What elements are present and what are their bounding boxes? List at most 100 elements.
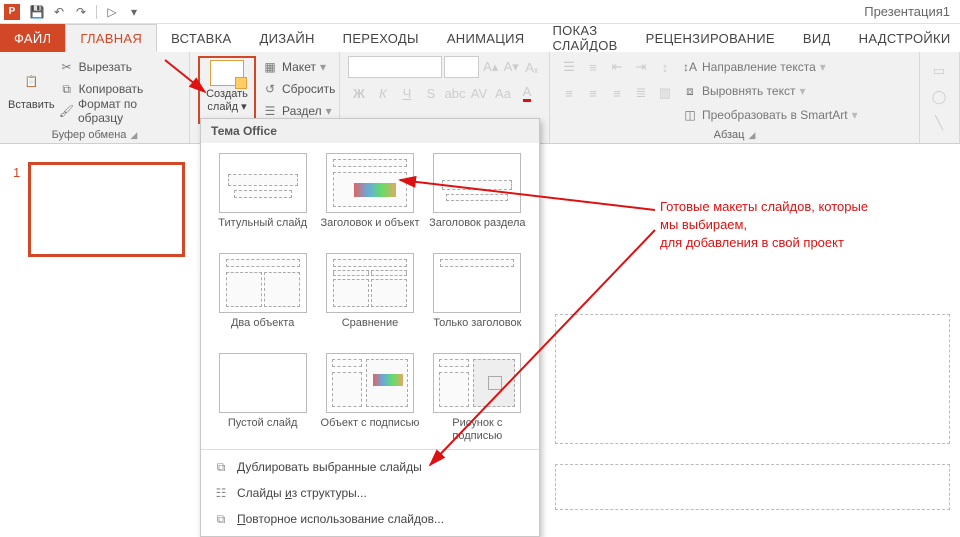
bullets-icon[interactable]: ☰ xyxy=(558,56,580,78)
shadow-icon[interactable]: abc xyxy=(444,82,466,104)
new-slide-button[interactable]: Создать слайд ▾ xyxy=(202,60,252,120)
cut-button[interactable]: ✂ Вырезать xyxy=(59,56,181,78)
layout-label: Два объекта xyxy=(231,317,294,343)
paragraph-launcher-icon[interactable]: ◢ xyxy=(748,130,755,141)
tab-design[interactable]: ДИЗАЙН xyxy=(245,24,328,52)
columns-icon[interactable]: ▥ xyxy=(654,82,676,104)
layout-comparison[interactable]: Сравнение xyxy=(320,253,419,343)
subtitle-placeholder[interactable] xyxy=(555,464,950,510)
new-slide-label-2: слайд ▾ xyxy=(207,100,246,113)
document-title: Презентация1 xyxy=(864,4,956,19)
decrease-indent-icon[interactable]: ⇤ xyxy=(606,56,628,78)
layout-label: Только заголовок xyxy=(433,317,521,343)
annotation-line-1: Готовые макеты слайдов, которые xyxy=(660,198,868,216)
title-placeholder[interactable] xyxy=(555,314,950,444)
char-spacing-icon[interactable]: AV xyxy=(468,82,490,104)
tab-addins[interactable]: НАДСТРОЙКИ xyxy=(845,24,960,52)
slide-thumbnails-pane: 1 xyxy=(0,144,195,510)
clipboard-group-label: Буфер обмена ◢ xyxy=(8,127,181,141)
slide-thumbnail-1[interactable]: 1 xyxy=(28,162,185,257)
start-from-beginning-icon[interactable]: ▷ xyxy=(103,3,121,21)
reset-button[interactable]: ↺ Сбросить xyxy=(262,78,335,100)
save-icon[interactable]: 💾 xyxy=(28,3,46,21)
font-size-combo[interactable] xyxy=(444,56,479,78)
group-drawing-partial: ▭ ◯ ╲ xyxy=(920,52,960,143)
layout-button[interactable]: ▦ Макет▾ xyxy=(262,56,335,78)
layout-picture-caption[interactable]: Рисунок с подписью xyxy=(428,353,527,443)
increase-font-icon[interactable]: A▴ xyxy=(481,56,500,78)
tab-review[interactable]: РЕЦЕНЗИРОВАНИЕ xyxy=(632,24,789,52)
layout-section-header[interactable]: Заголовок раздела xyxy=(428,153,527,243)
underline-icon[interactable]: Ч xyxy=(396,82,418,104)
bold-icon[interactable]: Ж xyxy=(348,82,370,104)
numbering-icon[interactable]: ≡ xyxy=(582,56,604,78)
tab-file[interactable]: ФАЙЛ xyxy=(0,24,65,52)
strikethrough-icon[interactable]: S xyxy=(420,82,442,104)
cut-label: Вырезать xyxy=(79,60,132,74)
new-slide-highlight: Создать слайд ▾ xyxy=(198,56,256,124)
text-direction-icon: ↕A xyxy=(682,59,698,75)
layout-preview xyxy=(219,353,307,413)
layout-preview xyxy=(326,353,414,413)
change-case-icon[interactable]: Aa xyxy=(492,82,514,104)
redo-icon[interactable]: ↷ xyxy=(72,3,90,21)
tab-slideshow[interactable]: ПОКАЗ СЛАЙДОВ xyxy=(538,24,631,52)
format-painter-button[interactable]: 🖌 Формат по образцу xyxy=(59,100,181,122)
justify-icon[interactable]: ≣ xyxy=(630,82,652,104)
layout-label: Макет xyxy=(282,60,316,74)
align-center-icon[interactable]: ≡ xyxy=(582,82,604,104)
tab-home[interactable]: ГЛАВНАЯ xyxy=(65,24,157,52)
align-right-icon[interactable]: ≡ xyxy=(606,82,628,104)
powerpoint-app-icon: P xyxy=(4,4,20,20)
layout-label: Сравнение xyxy=(342,317,399,343)
duplicate-slides-item[interactable]: ⧉ Дублировать выбранные слайды xyxy=(201,454,539,480)
paste-icon: 📋 xyxy=(17,67,45,95)
convert-smartart-button[interactable]: ◫ Преобразовать в SmartArt▾ xyxy=(682,104,858,126)
align-text-button[interactable]: ⧈ Выровнять текст▾ xyxy=(682,80,858,102)
layout-label: Рисунок с подписью xyxy=(428,417,527,443)
layout-title-and-content[interactable]: Заголовок и объект xyxy=(320,153,419,243)
shape-oval-icon[interactable]: ◯ xyxy=(928,86,950,108)
line-spacing-icon[interactable]: ↕ xyxy=(654,56,676,78)
shape-rect-icon[interactable]: ▭ xyxy=(928,60,950,82)
qat-separator xyxy=(96,5,97,19)
outline-icon: ☷ xyxy=(213,485,229,501)
annotation-line-3: для добавления в свой проект xyxy=(660,234,868,252)
font-color-icon[interactable]: A xyxy=(516,82,538,104)
qat-customize-icon[interactable]: ▾ xyxy=(125,3,143,21)
text-direction-label: Направление текста xyxy=(702,60,816,74)
tab-view[interactable]: ВИД xyxy=(789,24,845,52)
align-left-icon[interactable]: ≡ xyxy=(558,82,580,104)
italic-icon[interactable]: К xyxy=(372,82,394,104)
convert-smartart-label: Преобразовать в SmartArt xyxy=(702,108,848,122)
clear-formatting-icon[interactable]: Aₓ xyxy=(522,56,541,78)
paste-label: Вставить xyxy=(8,99,55,111)
increase-indent-icon[interactable]: ⇥ xyxy=(630,56,652,78)
layout-label: Пустой слайд xyxy=(228,417,298,443)
slides-from-outline-item[interactable]: ☷ Слайды из структуры... xyxy=(201,480,539,506)
font-name-combo[interactable] xyxy=(348,56,442,78)
duplicate-label: Дублировать выбранные слайды xyxy=(237,460,422,474)
layout-content-caption[interactable]: Объект с подписью xyxy=(320,353,419,443)
layout-two-content[interactable]: Два объекта xyxy=(213,253,312,343)
layout-title-slide[interactable]: Титульный слайд xyxy=(213,153,312,243)
new-slide-label-1: Создать xyxy=(206,88,248,100)
shape-line-icon[interactable]: ╲ xyxy=(928,112,950,134)
tab-insert[interactable]: ВСТАВКА xyxy=(157,24,245,52)
paste-button[interactable]: 📋 Вставить xyxy=(8,56,55,122)
clipboard-launcher-icon[interactable]: ◢ xyxy=(130,130,137,141)
section-icon: ☰ xyxy=(262,103,278,119)
layout-label: Объект с подписью xyxy=(321,417,420,443)
layout-title-only[interactable]: Только заголовок xyxy=(428,253,527,343)
undo-icon[interactable]: ↶ xyxy=(50,3,68,21)
copy-icon: ⧉ xyxy=(59,81,75,97)
reuse-slides-item[interactable]: ⧉ Повторное использование слайдов... xyxy=(201,506,539,532)
text-direction-button[interactable]: ↕A Направление текста▾ xyxy=(682,56,858,78)
new-slide-icon xyxy=(210,60,244,86)
layout-blank[interactable]: Пустой слайд xyxy=(213,353,312,443)
reuse-label: Повторное использование слайдов... xyxy=(237,512,444,526)
tab-animation[interactable]: АНИМАЦИЯ xyxy=(433,24,539,52)
tab-transitions[interactable]: ПЕРЕХОДЫ xyxy=(329,24,433,52)
reset-label: Сбросить xyxy=(282,82,335,96)
decrease-font-icon[interactable]: A▾ xyxy=(502,56,521,78)
